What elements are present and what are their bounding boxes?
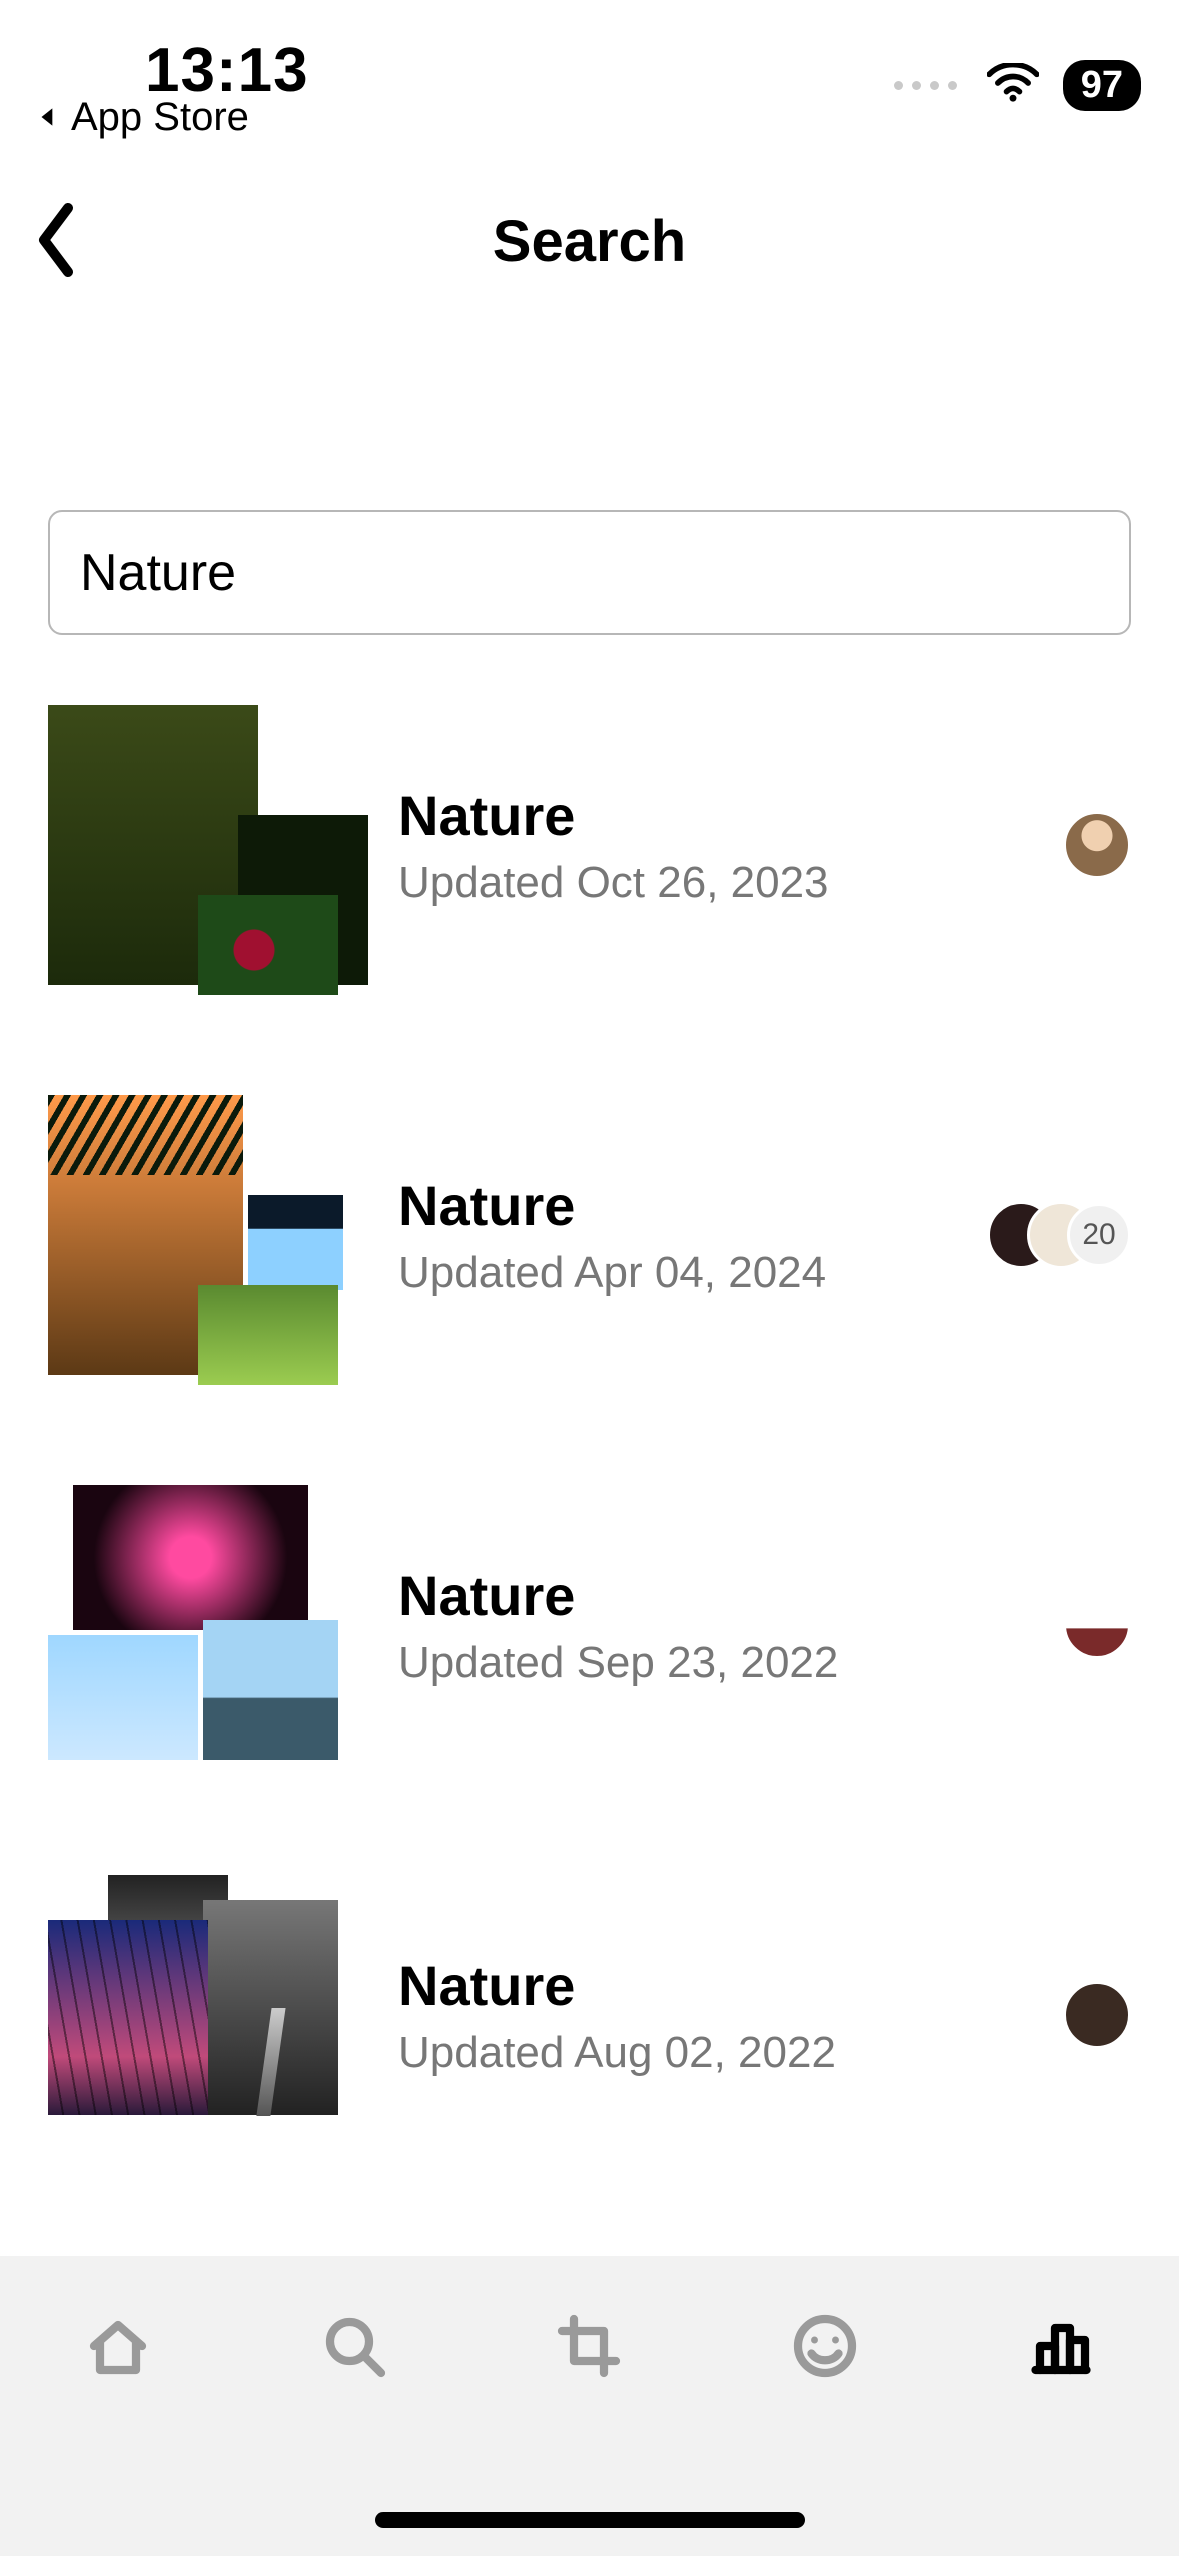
result-subtitle: Updated Aug 02, 2022: [398, 2028, 1003, 2078]
result-thumbnail: [48, 1485, 338, 1765]
page-title: Search: [0, 208, 1179, 275]
nav-header: Search: [0, 170, 1179, 370]
status-bar: 13:13 App Store 97: [0, 0, 1179, 130]
result-contributors: [1063, 1981, 1131, 2049]
back-triangle-icon: [35, 95, 61, 140]
result-subtitle: Updated Apr 04, 2024: [398, 1248, 927, 1298]
home-indicator[interactable]: [375, 2512, 805, 2528]
result-thumbnail: [48, 705, 338, 985]
status-back-to-app[interactable]: App Store: [35, 95, 249, 140]
avatar-extra-count: 20: [1067, 1203, 1131, 1267]
results-list: Nature Updated Oct 26, 2023 Nature Updat…: [0, 705, 1179, 2385]
result-title: Nature: [398, 1173, 927, 1238]
tab-crop[interactable]: [544, 2301, 634, 2391]
result-contributors: [1063, 1591, 1131, 1659]
search-input[interactable]: [48, 510, 1131, 635]
result-thumbnail: [48, 1095, 338, 1375]
tab-home[interactable]: [73, 2301, 163, 2391]
result-title: Nature: [398, 1563, 1003, 1628]
wifi-icon: [987, 63, 1039, 108]
battery-level: 97: [1063, 60, 1141, 111]
result-title: Nature: [398, 1953, 1003, 2018]
result-subtitle: Updated Oct 26, 2023: [398, 858, 1003, 908]
tab-bar: [0, 2256, 1179, 2556]
tab-search[interactable]: [309, 2301, 399, 2391]
tab-stats[interactable]: [1016, 2301, 1106, 2391]
page-dots-icon: [894, 81, 957, 90]
result-thumbnail: [48, 1875, 338, 2155]
status-back-app-label: App Store: [71, 95, 249, 140]
avatar: [1063, 811, 1131, 879]
result-row[interactable]: Nature Updated Apr 04, 2024 20: [48, 1095, 1131, 1375]
result-contributors: 20: [987, 1201, 1131, 1269]
result-title: Nature: [398, 783, 1003, 848]
result-row[interactable]: Nature Updated Oct 26, 2023: [48, 705, 1131, 985]
avatar: [1063, 1591, 1131, 1659]
result-contributors: [1063, 811, 1131, 879]
avatar: [1063, 1981, 1131, 2049]
result-subtitle: Updated Sep 23, 2022: [398, 1638, 1003, 1688]
tab-face[interactable]: [780, 2301, 870, 2391]
result-row[interactable]: Nature Updated Aug 02, 2022: [48, 1875, 1131, 2155]
result-row[interactable]: Nature Updated Sep 23, 2022: [48, 1485, 1131, 1765]
